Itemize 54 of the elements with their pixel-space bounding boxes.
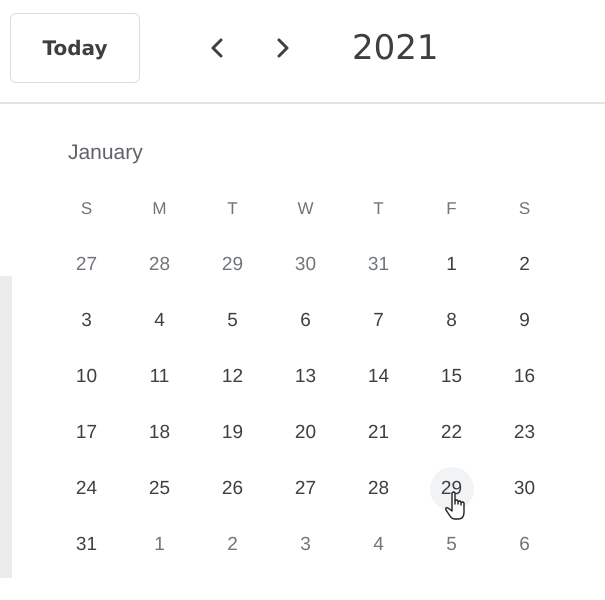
day-button[interactable]: 6: [284, 299, 328, 343]
day-button[interactable]: 2: [210, 523, 254, 567]
day-button[interactable]: 10: [64, 355, 108, 399]
day-button[interactable]: 4: [138, 299, 182, 343]
day-button[interactable]: 4: [356, 523, 400, 567]
day-button[interactable]: 6: [502, 523, 546, 567]
day-button[interactable]: 14: [356, 355, 400, 399]
day-button[interactable]: 28: [356, 467, 400, 511]
day-button[interactable]: 22: [430, 411, 474, 455]
day-button[interactable]: 29: [430, 467, 474, 511]
chevron-left-icon: [210, 37, 224, 59]
today-button[interactable]: Today: [10, 13, 140, 83]
day-button[interactable]: 20: [284, 411, 328, 455]
weekday-label: T: [227, 199, 238, 219]
chevron-right-icon: [276, 37, 290, 59]
day-button[interactable]: 31: [356, 243, 400, 287]
day-button[interactable]: 11: [138, 355, 182, 399]
day-button[interactable]: 23: [502, 411, 546, 455]
day-button[interactable]: 24: [64, 467, 108, 511]
day-button[interactable]: 3: [284, 523, 328, 567]
day-button[interactable]: 16: [502, 355, 546, 399]
day-button[interactable]: 1: [430, 243, 474, 287]
day-button[interactable]: 26: [210, 467, 254, 511]
weekday-label: S: [80, 199, 92, 219]
day-button[interactable]: 15: [430, 355, 474, 399]
day-button[interactable]: 30: [502, 467, 546, 511]
day-button[interactable]: 7: [356, 299, 400, 343]
day-button[interactable]: 5: [430, 523, 474, 567]
weekday-label: T: [373, 199, 384, 219]
day-button[interactable]: 13: [284, 355, 328, 399]
day-button[interactable]: 17: [64, 411, 108, 455]
year-title: 2021: [352, 28, 439, 68]
weekday-label: S: [518, 199, 530, 219]
day-button[interactable]: 1: [138, 523, 182, 567]
day-button[interactable]: 21: [356, 411, 400, 455]
weekday-label: M: [152, 199, 167, 219]
day-button[interactable]: 18: [138, 411, 182, 455]
day-button[interactable]: 3: [64, 299, 108, 343]
day-button[interactable]: 31: [64, 523, 108, 567]
day-button[interactable]: 27: [284, 467, 328, 511]
weekday-label: F: [446, 199, 457, 219]
weekday-label: W: [297, 199, 314, 219]
day-button[interactable]: 8: [430, 299, 474, 343]
month-title: January: [67, 141, 144, 166]
day-button[interactable]: 25: [138, 467, 182, 511]
day-button[interactable]: 30: [284, 243, 328, 287]
day-button[interactable]: 19: [210, 411, 254, 455]
day-button[interactable]: 12: [210, 355, 254, 399]
day-button[interactable]: 5: [210, 299, 254, 343]
day-button[interactable]: 29: [210, 243, 254, 287]
day-button[interactable]: 27: [64, 243, 108, 287]
day-button[interactable]: 28: [138, 243, 182, 287]
day-button[interactable]: 2: [502, 243, 546, 287]
day-button[interactable]: 9: [502, 299, 546, 343]
